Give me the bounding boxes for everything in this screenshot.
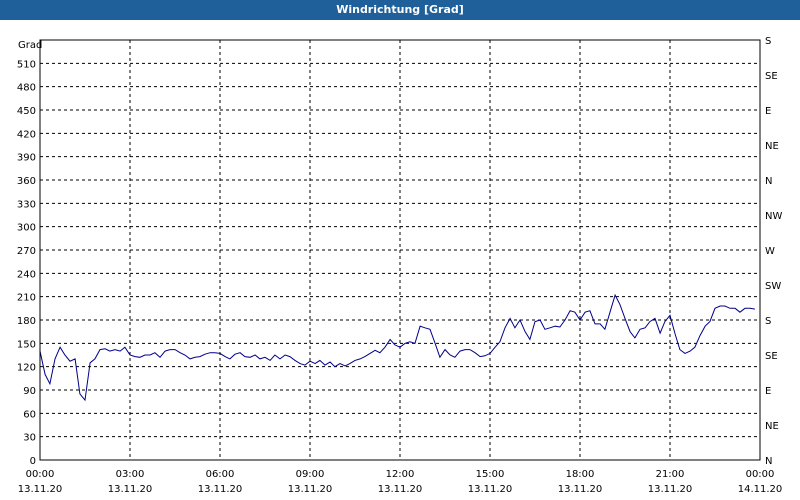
y-tick-label-360: 360 xyxy=(17,176,36,187)
x-tick-date-0: 13.11.20 xyxy=(18,484,63,495)
y-tick-label-30: 30 xyxy=(23,433,36,444)
y-axis-left-labels: 0 30 60 90 120 150 180 210 240 270 300 330 360 390 420… xyxy=(17,59,36,467)
y-right-label-6: W xyxy=(765,246,775,257)
y-tick-label-480: 480 xyxy=(17,83,36,94)
y-tick-label-240: 240 xyxy=(17,269,36,280)
y-tick-label-270: 270 xyxy=(17,246,36,257)
y-tick-label-150: 150 xyxy=(17,339,36,350)
y-right-label-0: N xyxy=(765,456,772,467)
y-tick-label-120: 120 xyxy=(17,363,36,374)
x-tick-time-7: 21:00 xyxy=(656,469,685,480)
y-axis-right-labels: N NE E SE S SW W NW N NE E SE S xyxy=(765,36,782,467)
y-tick-label-390: 390 xyxy=(17,153,36,164)
y-right-label-4: S xyxy=(765,316,771,327)
y-right-label-7: NW xyxy=(765,211,782,222)
y-tick-label-90: 90 xyxy=(23,386,36,397)
x-tick-date-6: 13.11.20 xyxy=(558,484,603,495)
y-right-label-5: SW xyxy=(765,281,781,292)
chart-grid xyxy=(40,40,760,461)
x-tick-time-4: 12:00 xyxy=(386,469,415,480)
y-tick-label-210: 210 xyxy=(17,293,36,304)
y-right-label-3: SE xyxy=(765,351,778,362)
y-right-label-1: NE xyxy=(765,421,779,432)
x-tick-date-4: 13.11.20 xyxy=(378,484,423,495)
x-tick-time-3: 09:00 xyxy=(296,469,325,480)
y-tick-label-0: 0 xyxy=(30,456,36,467)
y-tick-label-450: 450 xyxy=(17,106,36,117)
y-tick-label-330: 330 xyxy=(17,199,36,210)
x-tick-time-2: 06:00 xyxy=(206,469,235,480)
x-tick-time-1: 03:00 xyxy=(116,469,145,480)
x-tick-date-2: 13.11.20 xyxy=(198,484,243,495)
y-right-label-2: E xyxy=(765,386,771,397)
y-tick-label-60: 60 xyxy=(23,409,36,420)
y-right-label-9: NE xyxy=(765,141,779,152)
x-tick-date-7: 13.11.20 xyxy=(648,484,693,495)
x-axis-labels: 00:00 13.11.20 03:00 13.11.20 06:00 13.11.20 0… xyxy=(18,469,783,495)
y-tick-label-510: 510 xyxy=(17,59,36,70)
x-tick-date-8: 14.11.20 xyxy=(738,484,783,495)
x-tick-date-3: 13.11.20 xyxy=(288,484,333,495)
x-tick-date-5: 13.11.20 xyxy=(468,484,513,495)
x-tick-time-0: 00:00 xyxy=(26,469,55,480)
y-tick-label-300: 300 xyxy=(17,223,36,234)
x-tick-date-1: 13.11.20 xyxy=(108,484,153,495)
wind-direction-chart: 0 30 60 90 120 150 180 210 240 270 300 330 360 390 420… xyxy=(17,36,783,495)
y-right-label-12: S xyxy=(765,36,771,47)
y-axis-title: Grad xyxy=(18,40,42,51)
x-tick-time-8: 00:00 xyxy=(746,469,775,480)
window-title: Windrichtung [Grad] xyxy=(0,0,800,20)
x-tick-time-6: 18:00 xyxy=(566,469,595,480)
series-line-wind-direction xyxy=(39,293,755,402)
y-right-label-8: N xyxy=(765,176,772,187)
y-right-label-11: SE xyxy=(765,71,778,82)
y-tick-label-420: 420 xyxy=(17,129,36,140)
y-right-label-10: E xyxy=(765,106,771,117)
x-tick-time-5: 15:00 xyxy=(476,469,505,480)
y-tick-label-180: 180 xyxy=(17,316,36,327)
